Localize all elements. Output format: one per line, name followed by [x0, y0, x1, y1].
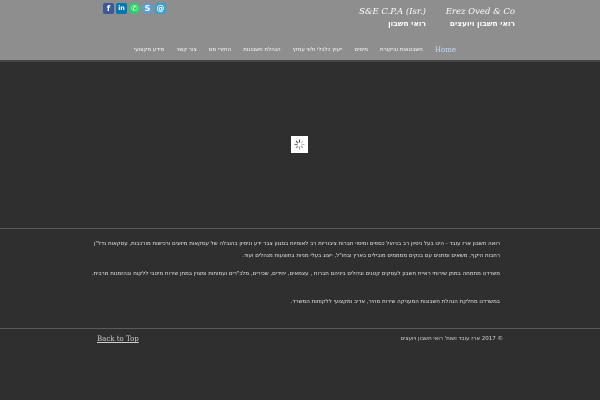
brand-left-subtitle: רואי חשבון [388, 19, 426, 28]
brand-left: S&E C.P.A (Isr.) רואי חשבון [336, 7, 426, 29]
linkedin-icon[interactable]: in [116, 3, 127, 14]
content-divider [0, 228, 600, 229]
site-header: f in ✆ S @ S&E C.P.A (Isr.) רואי חשבון E… [0, 0, 600, 60]
nav-item-bookkeeping[interactable]: הנהלת חשבונות [237, 44, 286, 56]
footer-divider [0, 328, 600, 329]
brand-left-title: S&E C.P.A (Isr.) [359, 7, 426, 17]
nav-item-home[interactable]: Home [429, 44, 462, 56]
social-icons: f in ✆ S @ [103, 3, 166, 14]
brand-right: Erez Oved & Co רואי חשבון ויועצים [425, 7, 515, 29]
whatsapp-icon[interactable]: ✆ [129, 3, 140, 14]
spinner-icon [294, 139, 305, 150]
nav-item-tax-refunds[interactable]: החזרי מס [203, 44, 237, 56]
brand-right-subtitle: רואי חשבון ויועצים [449, 19, 515, 28]
header-divider [0, 60, 600, 62]
about-paragraph: רואה חשבון ארז עובד - הינו בעל ניסיון רב… [93, 241, 500, 259]
nav-item-taxes[interactable]: מיסים [349, 44, 374, 56]
skype-icon[interactable]: S [142, 3, 153, 14]
copyright-text: © 2017 ארז עובד ושות' רואי חשבון ויועצים [400, 336, 503, 342]
bookkeeping-paragraph: במשרדנו מחלקת הנהלת חשבונות המעניקה שירו… [290, 299, 500, 305]
loading-spinner [291, 136, 308, 153]
main-nav: מידע מקצועי צור קשר החזרי מס הנהלת חשבונ… [128, 44, 462, 56]
nav-item-business-consulting[interactable]: ייעוץ כלכלי ולווי עסקי [287, 44, 349, 56]
email-icon[interactable]: @ [155, 3, 166, 14]
brand-right-title: Erez Oved & Co [445, 7, 515, 17]
nav-item-professional-info[interactable]: מידע מקצועי [128, 44, 170, 56]
facebook-icon[interactable]: f [103, 3, 114, 14]
services-paragraph: משרדנו מתמחה במתן שירותי ראיית חשבון לעס… [91, 271, 500, 277]
nav-item-accounting-audit[interactable]: חשבונאות וביקורת [374, 44, 429, 56]
nav-item-contact[interactable]: צור קשר [170, 44, 203, 56]
